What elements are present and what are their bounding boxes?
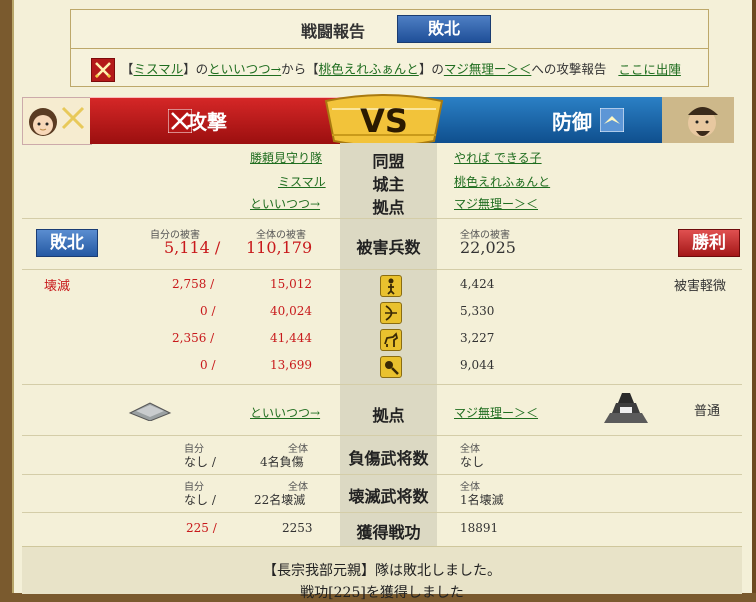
unit-def: 4,424 [460, 277, 495, 291]
defender-base-link[interactable]: マジ無理ー＞＜ [454, 195, 538, 212]
defender-result-badge: 勝利 [678, 229, 740, 257]
attacker-base-link[interactable]: といいつつ→ [208, 62, 281, 77]
merit-total: 2253 [282, 521, 313, 535]
result-message-line: 【長宗我部元親】隊は敗北しました。 [263, 563, 501, 579]
divider [22, 384, 742, 385]
unit-def: 5,330 [460, 304, 495, 318]
attacker-link[interactable]: ミスマル [134, 62, 184, 77]
wounded-def: なし [460, 455, 485, 469]
result-message: 【長宗我部元親】隊は敗北しました。 戦功[225]を獲得しました [22, 546, 742, 601]
vs-logo: VS [322, 91, 446, 149]
destroyed-label: 壊滅武将数 [348, 487, 429, 506]
divider [22, 512, 742, 513]
attacker-base-link-2[interactable]: といいつつ→ [250, 404, 320, 421]
wounded-total: 4名負傷 [260, 455, 304, 469]
defense-label: 防御 [552, 110, 592, 134]
merit-def: 18891 [460, 521, 499, 535]
destroyed-total: 22名壊滅 [254, 493, 306, 507]
attacker-base-link[interactable]: といいつつ→ [250, 195, 320, 212]
crossed-swords-icon [91, 58, 115, 82]
attack-summary: 【ミスマル】のといいつつ→から【桃色えれふぁんと】のマジ無理ー＞＜への攻撃報告こ… [91, 58, 681, 82]
attacker-status: 壊滅 [44, 279, 71, 294]
defender-base-link-2[interactable]: マジ無理ー＞＜ [454, 404, 538, 421]
unit-total: 15,012 [270, 277, 312, 291]
battle-details: 勝頼見守り隊 同盟 やれば できる子 ミスマル 城主 桃色えれふぁんと といいつ… [22, 143, 742, 546]
archer-icon [380, 302, 402, 324]
defender-status: 被害軽微 [674, 279, 727, 294]
text-fragment: から【 [281, 61, 319, 77]
losses-label: 被害兵数 [356, 238, 421, 257]
merit-own: 225 / [186, 521, 217, 535]
wounded-own: なし / [184, 455, 216, 469]
alliance-label: 同盟 [372, 152, 405, 171]
siege-icon [380, 356, 402, 378]
defender-avatar [662, 97, 734, 143]
result-badge: 敗北 [397, 15, 491, 43]
text-fragment: 】の [183, 61, 209, 77]
defender-link[interactable]: 桃色えれふぁんと [319, 62, 419, 77]
report-header: 戦闘報告 敗北 【ミスマル】のといいつつ→から【桃色えれふぁんと】のマジ無理ー＞… [70, 9, 709, 87]
wounded-label: 負傷武将数 [348, 449, 429, 468]
divider [22, 218, 742, 219]
unit-def: 9,044 [460, 358, 495, 372]
base-label: 拠点 [372, 198, 405, 217]
destroyed-own: なし / [184, 493, 216, 507]
defender-base-status: 普通 [694, 404, 721, 419]
attack-label: 攻撃 [187, 110, 227, 134]
text-fragment: 【 [121, 61, 134, 77]
cavalry-icon [380, 329, 402, 351]
attacker-lord-link[interactable]: ミスマル [278, 173, 326, 190]
lord-label: 城主 [372, 175, 405, 194]
divider [22, 474, 742, 475]
total-loss-value: 110,179 [246, 238, 313, 257]
unit-total: 40,024 [270, 304, 312, 318]
deploy-here-link[interactable]: ここに出陣 [618, 62, 681, 77]
report-title-row: 戦闘報告 敗北 [71, 10, 708, 49]
attacker-alliance-link[interactable]: 勝頼見守り隊 [250, 149, 322, 166]
base-label-2: 拠点 [372, 406, 405, 425]
defender-alliance-link[interactable]: やれば できる子 [454, 149, 542, 166]
defender-lord-link[interactable]: 桃色えれふぁんと [454, 173, 550, 190]
divider [22, 435, 742, 436]
defender-base-link[interactable]: マジ無理ー＞＜ [444, 62, 532, 77]
attacker-result-badge: 敗北 [36, 229, 98, 257]
destroyed-def: 1名壊滅 [460, 493, 504, 507]
unit-own: 0 / [200, 358, 216, 372]
merit-label: 獲得戦功 [356, 523, 421, 542]
result-message-line: 戦功[225]を獲得しました [300, 585, 464, 601]
shield-icon [599, 107, 625, 133]
unit-def: 3,227 [460, 331, 495, 345]
page-edge [752, 0, 756, 593]
castle-icon [600, 389, 652, 429]
defense-band [422, 97, 662, 143]
unit-total: 41,444 [270, 331, 312, 345]
text-fragment: への攻撃報告 [531, 61, 607, 77]
unit-own: 0 / [200, 304, 216, 318]
infantry-icon [380, 275, 402, 297]
unit-own: 2,758 / [172, 277, 215, 291]
def-total-loss-value: 22,025 [460, 238, 516, 257]
unit-own: 2,356 / [172, 331, 215, 345]
divider [22, 269, 742, 270]
vs-banner: 攻撃 防御 VS [22, 94, 742, 147]
page-title: 戦闘報告 [301, 22, 366, 41]
unit-total: 13,699 [270, 358, 312, 372]
text-fragment: 】の [418, 61, 444, 77]
fortress-icon [128, 399, 172, 425]
vs-text: VS [360, 102, 408, 140]
own-loss-value: 5,114 / [164, 238, 221, 257]
attacker-avatar [22, 97, 92, 145]
